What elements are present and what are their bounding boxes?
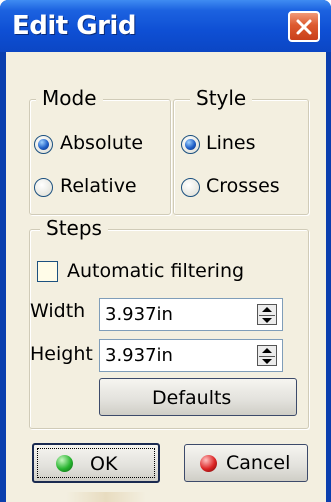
mode-relative-radio[interactable] bbox=[34, 178, 53, 197]
cancel-button[interactable]: Cancel bbox=[184, 444, 308, 482]
width-spinner[interactable] bbox=[257, 304, 277, 325]
mode-group: Mode bbox=[29, 86, 171, 215]
width-input[interactable] bbox=[100, 299, 255, 330]
spin-down-icon[interactable] bbox=[259, 356, 275, 366]
mode-absolute-label[interactable]: Absolute bbox=[60, 132, 143, 154]
ok-icon bbox=[56, 455, 73, 472]
width-label: Width bbox=[30, 300, 86, 322]
steps-group-label: Steps bbox=[40, 216, 108, 240]
dialog-title: Edit Grid bbox=[12, 11, 136, 41]
automatic-filtering-checkbox[interactable] bbox=[37, 261, 58, 282]
mode-group-label: Mode bbox=[36, 86, 103, 110]
dialog-body: Mode Absolute Relative Style Lines Cross… bbox=[6, 52, 326, 502]
cancel-button-label: Cancel bbox=[226, 452, 291, 474]
style-lines-radio[interactable] bbox=[181, 135, 200, 154]
style-lines-label[interactable]: Lines bbox=[206, 132, 256, 154]
edit-grid-dialog: Edit Grid Mode Absolute Relative Style L… bbox=[0, 0, 331, 502]
mode-absolute-radio[interactable] bbox=[34, 135, 53, 154]
ok-button-label: OK bbox=[90, 453, 118, 475]
width-field[interactable] bbox=[99, 298, 283, 331]
height-label: Height bbox=[30, 343, 93, 365]
height-field[interactable] bbox=[99, 339, 283, 372]
style-crosses-label[interactable]: Crosses bbox=[206, 175, 280, 197]
close-button[interactable] bbox=[288, 11, 320, 42]
defaults-button[interactable]: Defaults bbox=[99, 378, 297, 416]
defaults-button-label: Defaults bbox=[152, 387, 232, 409]
close-icon bbox=[296, 19, 312, 35]
spin-up-icon[interactable] bbox=[259, 305, 275, 314]
automatic-filtering-label[interactable]: Automatic filtering bbox=[67, 260, 244, 282]
title-bar: Edit Grid bbox=[0, 0, 331, 52]
corner-decoration bbox=[66, 492, 146, 502]
height-spinner[interactable] bbox=[257, 345, 277, 366]
style-group: Style bbox=[173, 86, 309, 215]
style-group-label: Style bbox=[190, 86, 253, 110]
ok-button[interactable]: OK bbox=[32, 443, 160, 483]
style-crosses-radio[interactable] bbox=[181, 178, 200, 197]
spin-up-icon[interactable] bbox=[259, 346, 275, 355]
spin-down-icon[interactable] bbox=[259, 315, 275, 325]
cancel-icon bbox=[200, 455, 217, 472]
mode-relative-label[interactable]: Relative bbox=[60, 175, 137, 197]
height-input[interactable] bbox=[100, 340, 255, 371]
